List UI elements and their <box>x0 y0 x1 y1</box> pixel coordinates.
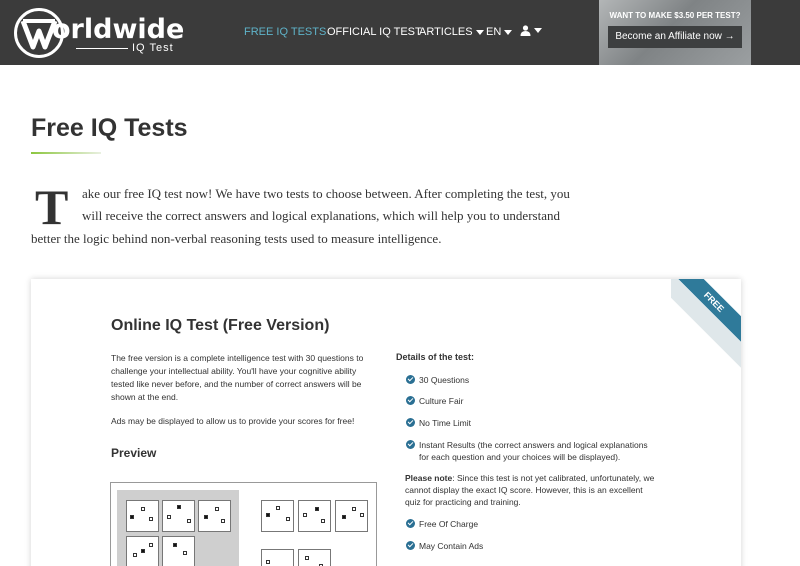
check-circle-icon <box>406 541 415 550</box>
logo-text: orldwide <box>52 14 185 45</box>
preview-cell <box>198 500 231 532</box>
please-note-label: Please note <box>405 473 453 483</box>
preview-answer <box>261 549 294 566</box>
preview-cell <box>126 536 159 566</box>
preview-cell <box>162 500 195 532</box>
preview-answer <box>261 500 294 532</box>
affiliate-title: WANT TO MAKE $3.50 PER TEST? <box>609 11 741 20</box>
detail-item: Instant Results (the correct answers and… <box>419 440 648 450</box>
ads-note: Ads may be displayed to allow us to prov… <box>111 416 355 426</box>
check-circle-icon <box>406 519 415 528</box>
free-test-card: FREE Online IQ Test (Free Version) The f… <box>31 279 741 566</box>
nav-articles[interactable]: ARTICLES <box>419 26 484 38</box>
check-circle-icon <box>406 418 415 427</box>
please-note: Please note: Since this test is not yet … <box>405 472 660 508</box>
preview-question-panel <box>117 490 239 566</box>
logo[interactable]: orldwide IQ Test <box>14 8 184 60</box>
top-navbar: orldwide IQ Test FREE IQ TESTS OFFICIAL … <box>0 0 800 65</box>
page-title: Free IQ Tests <box>31 114 188 142</box>
logo-subtitle: IQ Test <box>132 42 174 54</box>
user-icon <box>520 24 531 36</box>
preview-answer <box>298 500 331 532</box>
intro-line-1: ake our free IQ test now! We have two te… <box>82 186 570 201</box>
affiliate-banner[interactable]: WANT TO MAKE $3.50 PER TEST? Become an A… <box>599 0 751 65</box>
chevron-down-icon <box>504 29 513 35</box>
check-circle-icon <box>406 440 415 449</box>
nav-language-label: EN <box>486 26 502 38</box>
card-description: The free version is a complete intellige… <box>111 353 364 402</box>
extra-item: May Contain Ads <box>419 541 484 551</box>
detail-item-continued: for each question and your choices will … <box>419 452 621 462</box>
detail-item: 30 Questions <box>419 375 470 385</box>
preview-answer <box>298 549 331 566</box>
detail-item: No Time Limit <box>419 418 471 428</box>
chevron-down-icon <box>534 27 542 33</box>
nav-official-iq-test[interactable]: OFFICIAL IQ TEST <box>327 26 422 38</box>
nav-articles-label: ARTICLES <box>419 26 473 38</box>
ribbon-container: FREE <box>671 279 741 369</box>
become-affiliate-button[interactable]: Become an Affiliate now → <box>608 26 742 48</box>
detail-item: Culture Fair <box>419 396 464 406</box>
intro-line-2: will receive the correct answers and log… <box>82 208 560 223</box>
nav-free-iq-tests[interactable]: FREE IQ TESTS <box>244 26 326 38</box>
check-circle-icon <box>406 396 415 405</box>
preview-image <box>110 482 377 566</box>
title-underline <box>31 152 101 154</box>
nav-language[interactable]: EN <box>486 26 513 38</box>
intro-line-3: better the logic behind non-verbal reaso… <box>31 231 442 246</box>
details-title: Details of the test: <box>396 352 475 362</box>
check-circle-icon <box>406 375 415 384</box>
chevron-down-icon <box>475 29 484 35</box>
preview-cell <box>162 536 195 566</box>
preview-cell <box>126 500 159 532</box>
preview-answer <box>335 500 368 532</box>
preview-title: Preview <box>111 446 157 460</box>
card-title: Online IQ Test (Free Version) <box>111 317 330 334</box>
extra-item: Free Of Charge <box>419 519 479 529</box>
nav-user-menu[interactable] <box>520 24 542 36</box>
logo-line <box>76 48 128 49</box>
intro-dropcap: T <box>35 179 69 235</box>
